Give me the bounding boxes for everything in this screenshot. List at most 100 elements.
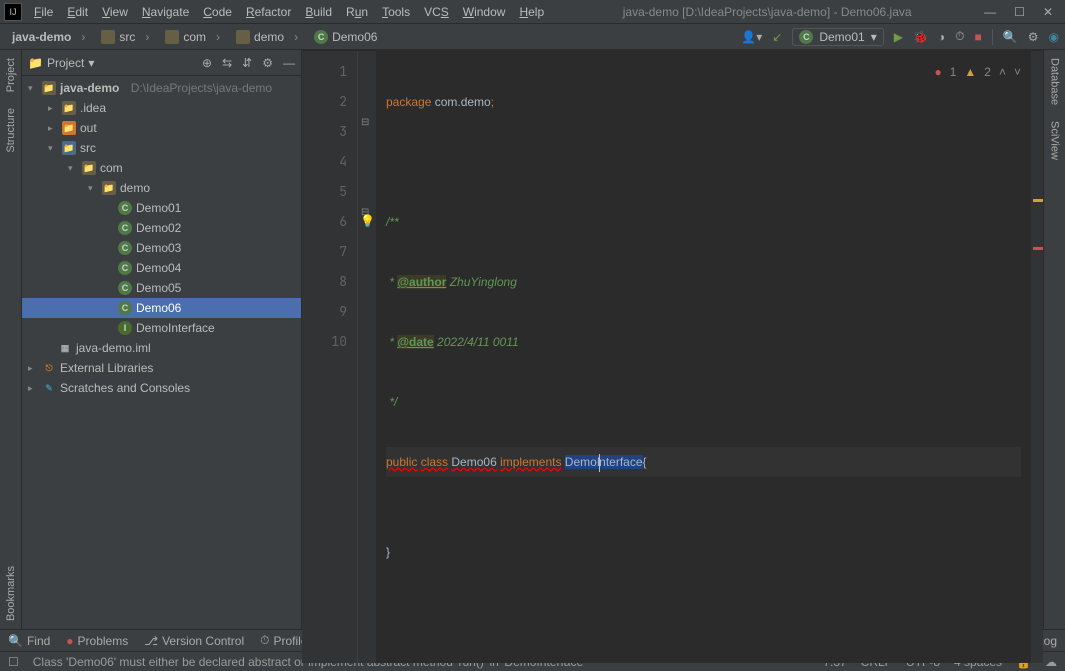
tree-external-libs[interactable]: ▸⎋External Libraries — [22, 358, 301, 378]
src-folder-icon: 📁 — [62, 141, 76, 155]
rail-sciview[interactable]: SciView — [1047, 113, 1063, 168]
hide-icon[interactable]: — — [283, 56, 295, 70]
menu-code[interactable]: Code — [197, 3, 238, 21]
profile-icon[interactable]: ⏱ — [955, 29, 964, 44]
run-config-select[interactable]: CDemo01 ▾ — [792, 28, 883, 46]
tree-src[interactable]: ▾📁src — [22, 138, 301, 158]
project-panel-title[interactable]: 📁 Project ▾ — [28, 56, 94, 70]
debug-icon[interactable]: 🐞 — [913, 30, 928, 44]
rail-bookmarks[interactable]: Bookmarks — [3, 558, 19, 629]
folder-icon — [165, 30, 179, 44]
menu-navigate[interactable]: Navigate — [136, 3, 195, 21]
menu-file[interactable]: File — [28, 3, 59, 21]
search-icon[interactable]: 🔍 — [1003, 30, 1018, 44]
tree-out[interactable]: ▸📁out — [22, 118, 301, 138]
class-icon: C — [314, 30, 328, 44]
error-icon: ● — [934, 57, 941, 87]
tree-iml[interactable]: ▦java-demo.iml — [22, 338, 301, 358]
menu-vcs[interactable]: VCS — [418, 3, 455, 21]
tree-root[interactable]: ▾📁java-demo D:\IdeaProjects\java-demo — [22, 78, 301, 98]
class-icon: C — [118, 281, 132, 295]
tree-file-selected[interactable]: CDemo06 — [22, 298, 301, 318]
tree-file[interactable]: CDemo04 — [22, 258, 301, 278]
chevron-down-icon: ▾ — [88, 56, 94, 70]
titlebar: IJ File Edit View Navigate Code Refactor… — [0, 0, 1065, 24]
tool-find[interactable]: 🔍 Find — [8, 634, 50, 648]
crumb-demo[interactable]: demo — [230, 28, 304, 46]
library-icon: ⎋ — [42, 361, 56, 375]
inspection-widget[interactable]: ●1 ▲2 ˄˅ — [934, 57, 1021, 87]
project-tool-window: 📁 Project ▾ ⊕ ⇆ ⇵ ⚙ — ▾📁java-demo D:\Ide… — [22, 50, 302, 629]
menu-run[interactable]: Run — [340, 3, 374, 21]
tree-idea[interactable]: ▸📁.idea — [22, 98, 301, 118]
folder-icon — [236, 30, 250, 44]
folder-icon: 📁 — [62, 101, 76, 115]
project-tree[interactable]: ▾📁java-demo D:\IdeaProjects\java-demo ▸📁… — [22, 76, 301, 629]
menu-build[interactable]: Build — [299, 3, 338, 21]
run-icon[interactable]: ▶ — [894, 30, 903, 44]
vcs-update-icon[interactable]: ↙ — [772, 30, 782, 44]
tree-file[interactable]: CDemo01 — [22, 198, 301, 218]
settings-icon[interactable]: ⚙ — [1028, 30, 1039, 44]
crumb-project[interactable]: java-demo — [6, 28, 91, 46]
minimize-icon[interactable]: — — [984, 5, 996, 19]
menu-tools[interactable]: Tools — [376, 3, 416, 21]
code-editor[interactable]: package com.demo; /** * @author ZhuYingl… — [376, 51, 1031, 663]
rail-database[interactable]: Database — [1047, 50, 1063, 113]
right-toolwindow-rail: Database SciView — [1043, 50, 1065, 629]
chevron-down-icon[interactable]: ˅ — [1014, 57, 1021, 87]
window-title: java-demo [D:\IdeaProjects\java-demo] - … — [550, 5, 984, 19]
gutter-icons: ⊟ ⊟ 💡 — [358, 51, 376, 663]
select-open-file-icon[interactable]: ⊕ — [202, 56, 212, 70]
line-gutter[interactable]: 12345678910 — [302, 51, 358, 663]
interface-icon: I — [118, 321, 132, 335]
tree-file[interactable]: CDemo02 — [22, 218, 301, 238]
menu-window[interactable]: Window — [457, 3, 512, 21]
tree-interface[interactable]: IDemoInterface — [22, 318, 301, 338]
tree-scratches[interactable]: ▸✎Scratches and Consoles — [22, 378, 301, 398]
crumb-src[interactable]: src — [95, 28, 155, 46]
menu-help[interactable]: Help — [513, 3, 550, 21]
error-stripe[interactable] — [1031, 51, 1043, 663]
collapse-all-icon[interactable]: ⇵ — [242, 56, 252, 70]
user-icon[interactable]: 👤▾ — [741, 30, 762, 44]
tool-vcs[interactable]: ⎇ Version Control — [144, 634, 244, 648]
stop-icon[interactable]: ■ — [975, 30, 982, 44]
class-icon: C — [118, 221, 132, 235]
menu-refactor[interactable]: Refactor — [240, 3, 297, 21]
left-toolwindow-rail: Project Structure Bookmarks — [0, 50, 22, 629]
coverage-icon[interactable]: ◑ — [938, 30, 945, 44]
scratch-icon: ✎ — [42, 381, 56, 395]
status-icon[interactable]: ☐ — [8, 655, 19, 669]
rail-structure[interactable]: Structure — [3, 100, 19, 161]
expand-all-icon[interactable]: ⇆ — [222, 56, 232, 70]
rail-project[interactable]: Project — [3, 50, 19, 100]
ide-features-icon[interactable]: ◉ — [1049, 30, 1059, 44]
app-logo-icon: IJ — [4, 3, 22, 21]
crumb-com[interactable]: com — [159, 28, 226, 46]
class-icon: C — [118, 301, 132, 315]
bulb-icon[interactable]: 💡 — [360, 214, 375, 228]
menu-edit[interactable]: Edit — [61, 3, 94, 21]
settings-icon[interactable]: ⚙ — [262, 56, 273, 70]
ide-status-icon[interactable]: ☁ — [1045, 655, 1057, 669]
tree-com[interactable]: ▾📁com — [22, 158, 301, 178]
class-icon: C — [118, 201, 132, 215]
package-icon: 📁 — [102, 181, 116, 195]
chevron-up-icon[interactable]: ˄ — [999, 57, 1006, 87]
tree-file[interactable]: CDemo05 — [22, 278, 301, 298]
menu-view[interactable]: View — [96, 3, 134, 21]
tree-file[interactable]: CDemo03 — [22, 238, 301, 258]
package-icon: 📁 — [82, 161, 96, 175]
file-icon: ▦ — [58, 341, 72, 355]
close-icon[interactable]: ✕ — [1043, 5, 1053, 19]
tree-demo[interactable]: ▾📁demo — [22, 178, 301, 198]
folder-icon: 📁 — [62, 121, 76, 135]
folder-icon: 📁 — [42, 81, 56, 95]
maximize-icon[interactable]: ☐ — [1014, 5, 1025, 19]
crumb-file[interactable]: CDemo06 — [308, 28, 383, 46]
class-icon: C — [799, 30, 813, 44]
fold-icon[interactable]: ⊟ — [361, 117, 369, 128]
tool-problems[interactable]: ● Problems — [66, 634, 128, 648]
chevron-down-icon: ▾ — [871, 30, 877, 44]
